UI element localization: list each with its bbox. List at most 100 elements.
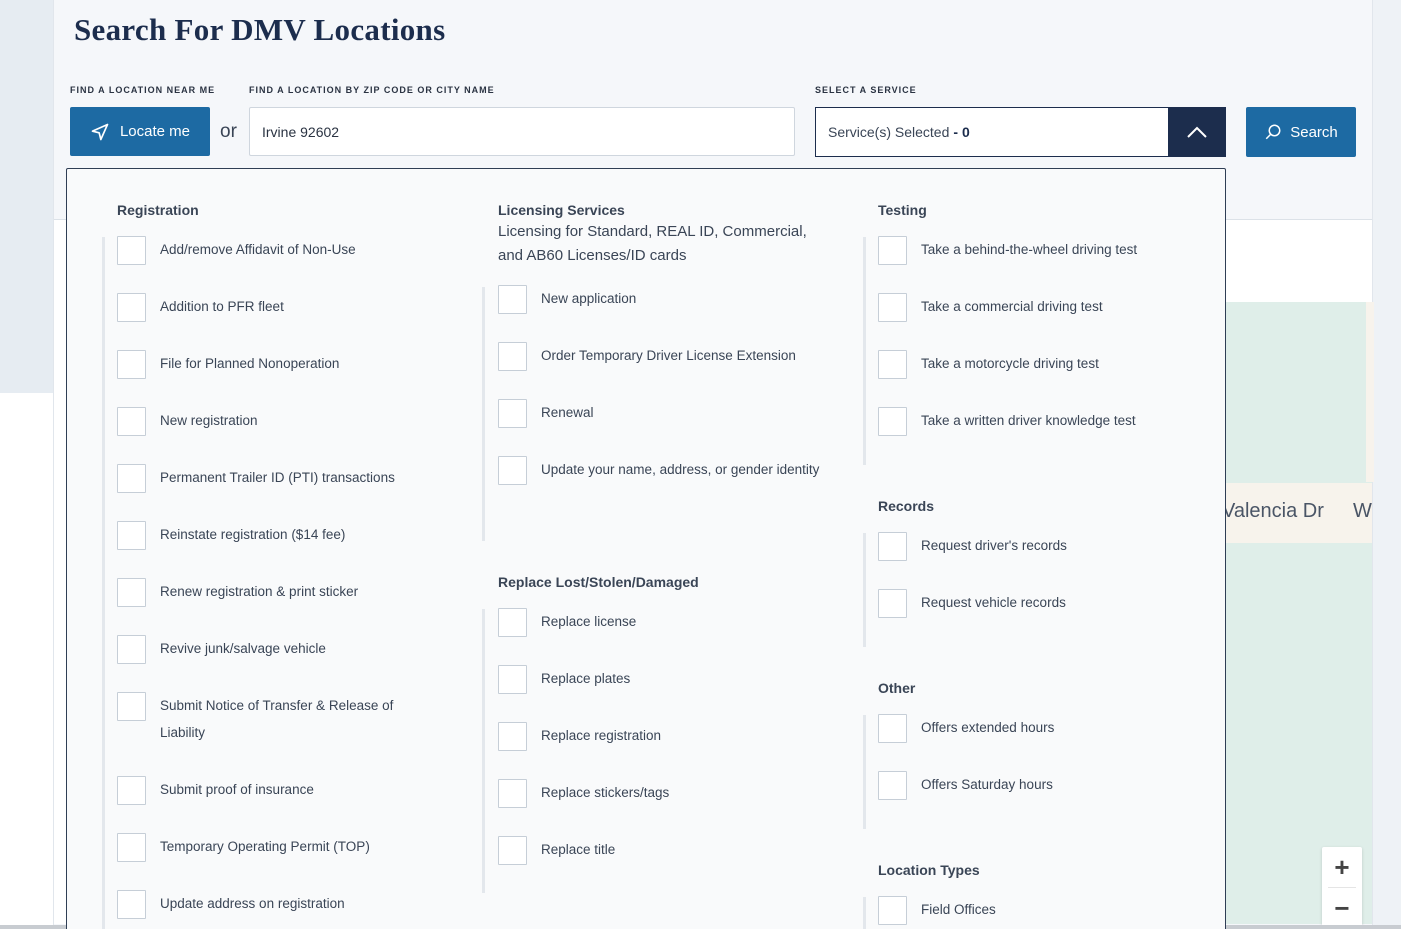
option-label: Take a written driver knowledge test (921, 413, 1136, 428)
service-select[interactable]: Service(s) Selected - 0 (815, 107, 1226, 157)
option-temporary-operating-permit[interactable]: Temporary Operating Permit (TOP) (117, 833, 410, 862)
option-revive-junk-vehicle[interactable]: Revive junk/salvage vehicle (117, 635, 410, 664)
checkbox[interactable] (117, 236, 146, 265)
option-label: Update your name, address, or gender ide… (541, 462, 820, 477)
option-reinstate-registration[interactable]: Reinstate registration ($14 fee) (117, 521, 410, 550)
checkbox[interactable] (117, 407, 146, 436)
checkbox[interactable] (498, 722, 527, 751)
checkbox[interactable] (498, 665, 527, 694)
checkbox[interactable] (878, 236, 907, 265)
checkbox[interactable] (878, 532, 907, 561)
option-replace-title[interactable]: Replace title (498, 836, 791, 865)
option-label: Permanent Trailer ID (PTI) transactions (160, 470, 395, 485)
checkbox[interactable] (878, 293, 907, 322)
location-types-group-line (863, 897, 866, 929)
registration-heading: Registration (117, 202, 199, 218)
option-motorcycle-test[interactable]: Take a motorcycle driving test (878, 350, 1201, 379)
zoom-in-button[interactable]: + (1322, 847, 1362, 887)
zip-city-input[interactable] (249, 107, 795, 156)
option-behind-wheel-test[interactable]: Take a behind-the-wheel driving test (878, 236, 1201, 265)
checkbox[interactable] (117, 692, 146, 721)
checkbox[interactable] (117, 776, 146, 805)
option-vehicle-records[interactable]: Request vehicle records (878, 589, 1171, 618)
option-extended-hours[interactable]: Offers extended hours (878, 714, 1171, 743)
licensing-heading: Licensing Services (498, 202, 625, 218)
checkbox[interactable] (117, 833, 146, 862)
option-addition-pfr-fleet[interactable]: Addition to PFR fleet (117, 293, 410, 322)
checkbox[interactable] (117, 578, 146, 607)
checkbox[interactable] (117, 464, 146, 493)
option-planned-nonoperation[interactable]: File for Planned Nonoperation (117, 350, 410, 379)
option-label: Add/remove Affidavit of Non-Use (160, 242, 356, 257)
checkbox[interactable] (498, 399, 527, 428)
option-new-registration[interactable]: New registration (117, 407, 410, 436)
option-replace-stickers[interactable]: Replace stickers/tags (498, 779, 791, 808)
option-driver-records[interactable]: Request driver's records (878, 532, 1171, 561)
checkbox[interactable] (878, 589, 907, 618)
option-label: Replace title (541, 842, 616, 857)
search-icon (1265, 124, 1281, 140)
registration-group-line (102, 237, 105, 929)
map-road-vertical (1366, 302, 1374, 482)
locate-me-label: Locate me (119, 123, 191, 140)
option-commercial-test[interactable]: Take a commercial driving test (878, 293, 1201, 322)
checkbox[interactable] (498, 456, 527, 485)
option-new-application[interactable]: New application (498, 285, 821, 314)
map-street-label-2: W (1353, 500, 1372, 522)
option-label: Renew registration & print sticker (160, 584, 359, 599)
checkbox[interactable] (117, 293, 146, 322)
option-written-knowledge-test[interactable]: Take a written driver knowledge test (878, 407, 1201, 436)
option-label: New application (541, 291, 637, 306)
option-label: Addition to PFR fleet (160, 299, 284, 314)
checkbox[interactable] (498, 342, 527, 371)
option-replace-plates[interactable]: Replace plates (498, 665, 791, 694)
testing-heading: Testing (878, 202, 927, 218)
checkbox[interactable] (117, 890, 146, 919)
testing-group-line (863, 237, 866, 465)
checkbox[interactable] (498, 779, 527, 808)
option-label: Offers Saturday hours (921, 777, 1053, 792)
service-select-toggle[interactable] (1168, 108, 1225, 156)
option-notice-of-transfer[interactable]: Submit Notice of Transfer & Release of L… (117, 692, 410, 746)
option-label: Submit proof of insurance (160, 782, 314, 797)
option-replace-license[interactable]: Replace license (498, 608, 791, 637)
checkbox[interactable] (117, 350, 146, 379)
records-group-line (863, 533, 866, 647)
option-label: Reinstate registration ($14 fee) (160, 527, 346, 542)
option-saturday-hours[interactable]: Offers Saturday hours (878, 771, 1171, 800)
checkbox[interactable] (878, 350, 907, 379)
records-heading: Records (878, 498, 935, 514)
licensing-subtitle: Licensing for Standard, REAL ID, Commerc… (498, 223, 807, 264)
option-proof-of-insurance[interactable]: Submit proof of insurance (117, 776, 410, 805)
zoom-out-button[interactable]: − (1322, 888, 1362, 928)
checkbox[interactable] (878, 407, 907, 436)
option-temp-license-extension[interactable]: Order Temporary Driver License Extension (498, 342, 821, 371)
option-label: Take a motorcycle driving test (921, 356, 1099, 371)
option-renew-registration[interactable]: Renew registration & print sticker (117, 578, 410, 607)
option-update-name-address[interactable]: Update your name, address, or gender ide… (498, 456, 821, 485)
option-pti-transactions[interactable]: Permanent Trailer ID (PTI) transactions (117, 464, 440, 493)
checkbox[interactable] (878, 714, 907, 743)
checkbox[interactable] (878, 896, 907, 925)
checkbox[interactable] (878, 771, 907, 800)
option-replace-registration[interactable]: Replace registration (498, 722, 791, 751)
checkbox[interactable] (498, 836, 527, 865)
option-label: Take a behind-the-wheel driving test (921, 242, 1138, 257)
map-street-label: Valencia Dr (1222, 500, 1324, 522)
option-label: Replace plates (541, 671, 631, 686)
search-button[interactable]: Search (1246, 107, 1356, 157)
checkbox[interactable] (117, 521, 146, 550)
option-renewal[interactable]: Renewal (498, 399, 821, 428)
option-field-offices[interactable]: Field Offices (878, 896, 1171, 925)
checkbox[interactable] (498, 285, 527, 314)
search-button-label: Search (1290, 123, 1338, 141)
replace-group-line (482, 609, 485, 893)
checkbox[interactable] (117, 635, 146, 664)
option-label: Field Offices (921, 902, 996, 917)
checkbox[interactable] (498, 608, 527, 637)
option-label: Renewal (541, 405, 594, 420)
page-background-left-bottom (0, 393, 53, 929)
locate-me-button[interactable]: Locate me (70, 107, 210, 156)
option-update-address[interactable]: Update address on registration (117, 890, 410, 919)
option-add-remove-affidavit[interactable]: Add/remove Affidavit of Non-Use (117, 236, 410, 265)
